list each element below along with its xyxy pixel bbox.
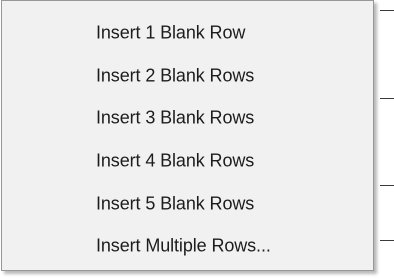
menu-item-insert-1-blank-row[interactable]: Insert 1 Blank Row <box>3 13 372 53</box>
insert-rows-context-menu: Insert 1 Blank Row Insert 2 Blank Rows I… <box>1 0 374 271</box>
background-gridline <box>380 10 394 11</box>
menu-item-label: Insert Multiple Rows... <box>96 235 271 256</box>
menu-item-label: Insert 5 Blank Rows <box>96 193 255 214</box>
menu-item-label: Insert 2 Blank Rows <box>96 65 255 86</box>
menu-item-label: Insert 3 Blank Rows <box>96 107 255 128</box>
background-gridline <box>380 240 394 241</box>
background-gridline <box>380 98 394 99</box>
menu-item-insert-4-blank-rows[interactable]: Insert 4 Blank Rows <box>3 141 372 181</box>
menu-item-insert-3-blank-rows[interactable]: Insert 3 Blank Rows <box>3 98 372 138</box>
menu-item-insert-5-blank-rows[interactable]: Insert 5 Blank Rows <box>3 184 372 224</box>
background-gridline <box>380 185 394 186</box>
menu-item-label: Insert 1 Blank Row <box>96 22 246 43</box>
menu-item-label: Insert 4 Blank Rows <box>96 150 255 171</box>
menu-item-insert-2-blank-rows[interactable]: Insert 2 Blank Rows <box>3 56 372 96</box>
background-window-edge <box>376 0 394 279</box>
menu-item-insert-multiple-rows[interactable]: Insert Multiple Rows... <box>3 226 372 266</box>
